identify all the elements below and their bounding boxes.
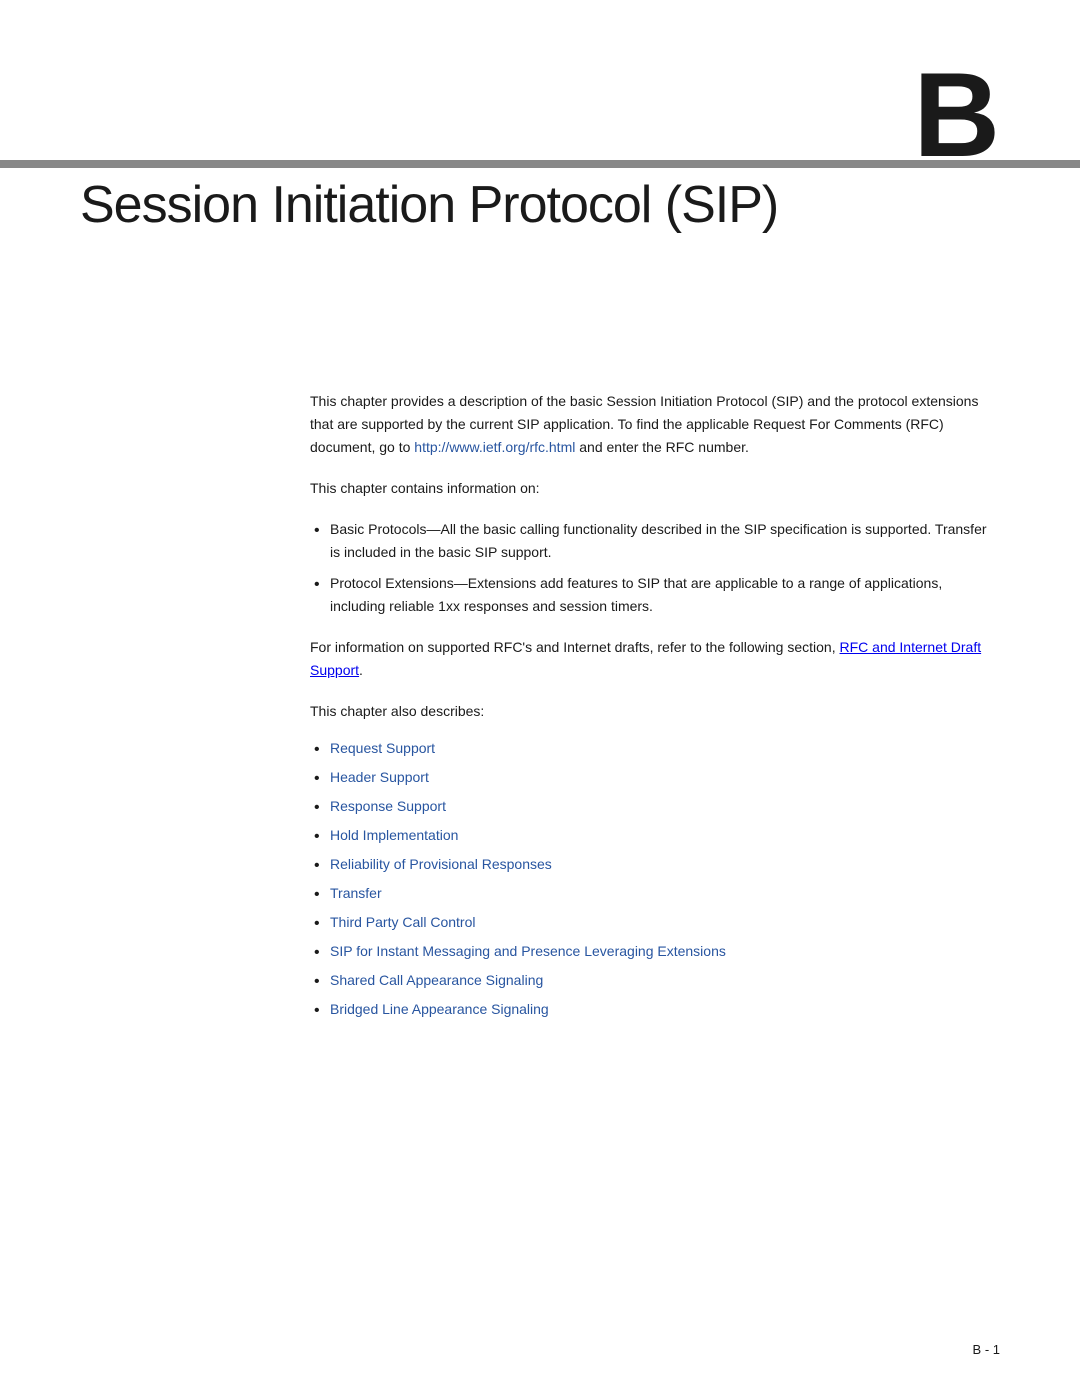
list-item-reliability: Reliability of Provisional Responses (310, 853, 1000, 876)
header-support-link[interactable]: Header Support (330, 769, 429, 785)
response-support-link[interactable]: Response Support (330, 798, 446, 814)
for-info-text-before: For information on supported RFC's and I… (310, 639, 840, 655)
intro-text-after-link: and enter the RFC number. (575, 439, 749, 455)
list-item-sip-instant-messaging: SIP for Instant Messaging and Presence L… (310, 940, 1000, 963)
chapter-letter: B (913, 55, 1000, 175)
list-item-third-party-call-control: Third Party Call Control (310, 911, 1000, 934)
list-item-bridged-line-appearance: Bridged Line Appearance Signaling (310, 998, 1000, 1021)
list-item-shared-call-appearance: Shared Call Appearance Signaling (310, 969, 1000, 992)
reliability-link[interactable]: Reliability of Provisional Responses (330, 856, 552, 872)
for-info-paragraph: For information on supported RFC's and I… (310, 636, 1000, 682)
ietf-link[interactable]: http://www.ietf.org/rfc.html (414, 439, 575, 455)
list-item-request-support: Request Support (310, 737, 1000, 760)
contains-info-text: This chapter contains information on: (310, 477, 1000, 499)
page-container: B Session Initiation Protocol (SIP) This… (0, 0, 1080, 1397)
list-item-transfer: Transfer (310, 882, 1000, 905)
bullet-item-protocol-extensions: Protocol Extensions—Extensions add featu… (310, 572, 1000, 618)
bullet-list: Basic Protocols—All the basic calling fu… (310, 518, 1000, 618)
bullet-text-basic-protocols: Basic Protocols—All the basic calling fu… (330, 521, 987, 560)
page-number: B - 1 (973, 1342, 1000, 1357)
list-item-response-support: Response Support (310, 795, 1000, 818)
bullet-item-basic-protocols: Basic Protocols—All the basic calling fu… (310, 518, 1000, 564)
bridged-line-appearance-link[interactable]: Bridged Line Appearance Signaling (330, 1001, 549, 1017)
bullet-text-protocol-extensions: Protocol Extensions—Extensions add featu… (330, 575, 942, 614)
third-party-call-control-link[interactable]: Third Party Call Control (330, 914, 476, 930)
chapter-title: Session Initiation Protocol (SIP) (80, 175, 778, 235)
content-area: This chapter provides a description of t… (310, 390, 1000, 1040)
request-support-link[interactable]: Request Support (330, 740, 435, 756)
sip-instant-messaging-link[interactable]: SIP for Instant Messaging and Presence L… (330, 943, 726, 959)
intro-paragraph: This chapter provides a description of t… (310, 390, 1000, 459)
chapter-links-list: Request Support Header Support Response … (310, 737, 1000, 1022)
shared-call-appearance-link[interactable]: Shared Call Appearance Signaling (330, 972, 543, 988)
hold-implementation-link[interactable]: Hold Implementation (330, 827, 458, 843)
also-describes-text: This chapter also describes: (310, 700, 1000, 722)
transfer-link[interactable]: Transfer (330, 885, 382, 901)
list-item-hold-implementation: Hold Implementation (310, 824, 1000, 847)
for-info-text-after: . (359, 662, 363, 678)
list-item-header-support: Header Support (310, 766, 1000, 789)
